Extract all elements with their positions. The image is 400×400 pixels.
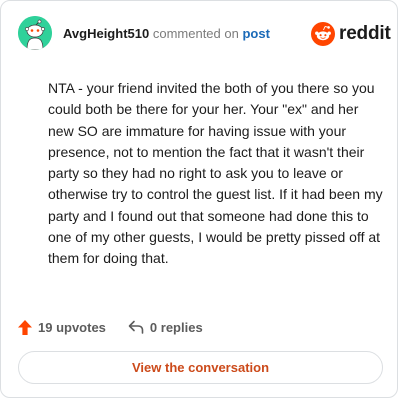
snoo-avatar-icon [18,16,52,50]
replies-count: 0 replies [149,319,203,335]
post-link[interactable]: post [242,26,269,41]
commented-on-label: commented on [152,26,239,41]
comment-card: AvgHeight510 commented on post reddit NT… [0,0,398,398]
upvotes-stat[interactable]: 19 upvotes [18,319,106,335]
view-conversation-button[interactable]: View the conversation [18,351,383,384]
user-avatar[interactable] [18,16,52,50]
comment-stats: 19 upvotes 0 replies [18,317,203,337]
upvote-arrow-icon [18,319,32,335]
reddit-brand[interactable]: reddit [311,22,391,46]
replies-stat[interactable]: 0 replies [128,320,203,335]
upvotes-count: 19 upvotes [38,319,106,335]
username-link[interactable]: AvgHeight510 [63,26,149,41]
brand-name: reddit [339,23,391,44]
comment-header: AvgHeight510 commented on post [63,27,270,41]
reddit-logo-icon [311,22,335,46]
comment-body: NTA - your friend invited the both of yo… [48,80,383,267]
reply-arrow-icon [128,320,144,334]
